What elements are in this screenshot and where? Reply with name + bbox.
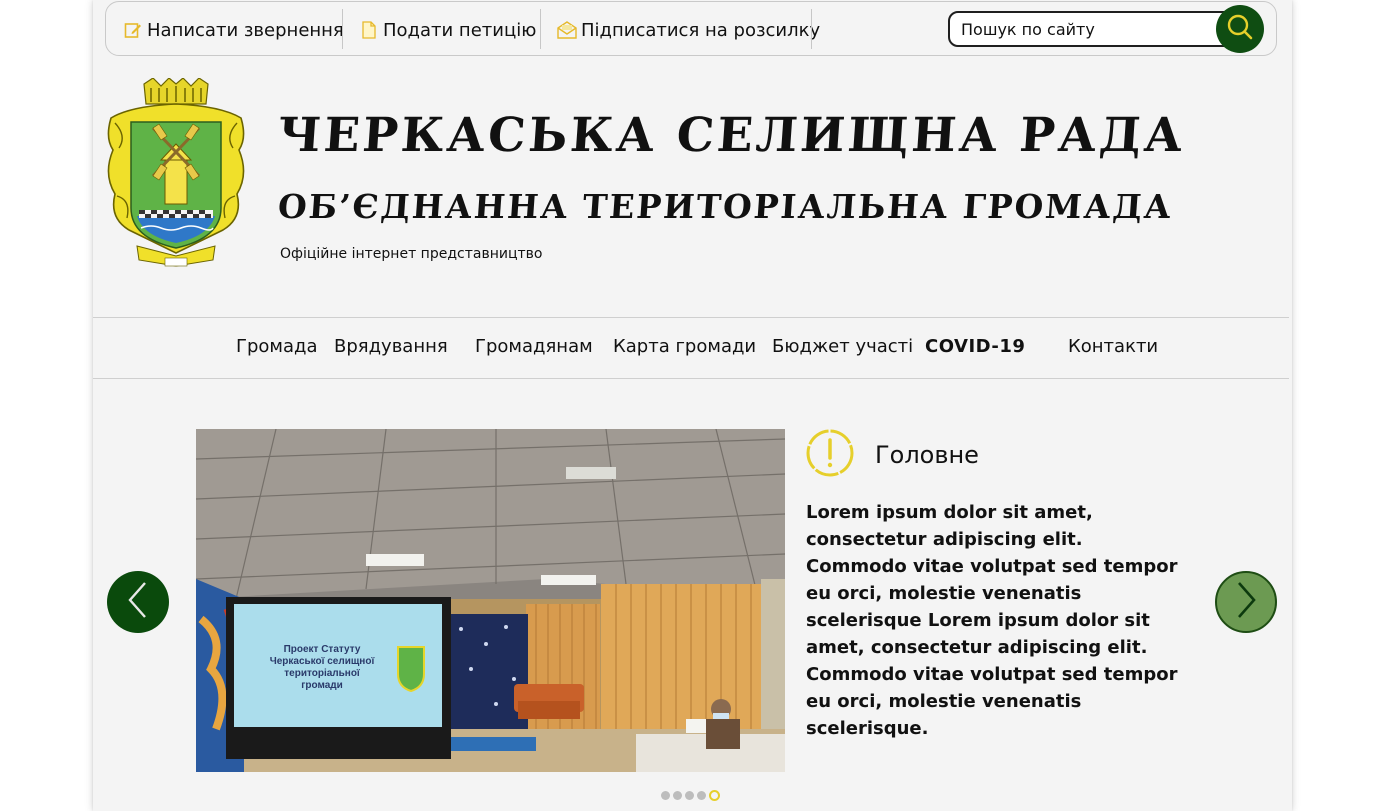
subscribe-newsletter-link[interactable]: Підписатися на розсилку (557, 10, 820, 50)
nav-item-covid[interactable]: COVID-19 (925, 336, 1025, 357)
edit-icon (123, 20, 143, 40)
chevron-left-icon (125, 580, 151, 624)
slider-dot-3[interactable] (685, 791, 694, 800)
news-body-text: Lorem ipsum dolor sit amet, consectetur … (806, 502, 1178, 739)
write-appeal-link[interactable]: Написати звернення (123, 10, 344, 50)
slider-dot-1[interactable] (661, 791, 670, 800)
slider-next-button[interactable] (1215, 571, 1277, 633)
slide-caption-line-2: Черкаської селищної (270, 656, 375, 667)
alert-icon (805, 428, 855, 482)
divider (540, 9, 541, 49)
search-icon (1226, 13, 1254, 45)
site-search (948, 5, 1268, 53)
document-icon (359, 20, 379, 40)
search-button[interactable] (1216, 5, 1264, 53)
nav-item-governance[interactable]: Врядування (334, 336, 448, 357)
subscribe-newsletter-label: Підписатися на розсилку (581, 19, 821, 41)
slider-prev-button[interactable] (107, 571, 169, 633)
slide-caption-line-3: територіальної (284, 668, 360, 679)
slide-image[interactable]: Проект Статуту Черкаської селищної терит… (196, 429, 785, 772)
site-title: ЧЕРКАСЬКА СЕЛИЩНА РАДА (276, 108, 1188, 163)
news-title: Головне (875, 441, 979, 469)
divider (811, 9, 812, 49)
submit-petition-label: Подати петицію (383, 19, 537, 41)
chevron-right-icon (1233, 580, 1259, 624)
submit-petition-link[interactable]: Подати петицію (359, 10, 536, 50)
nav-item-map[interactable]: Карта громади (613, 336, 756, 357)
site-tagline: Офіційне інтернет представництво (280, 246, 543, 262)
news-heading: Головне (805, 428, 979, 482)
mail-icon (557, 20, 577, 40)
nav-item-hromada[interactable]: Громада (236, 336, 318, 357)
coat-of-arms-logo[interactable] (101, 77, 251, 268)
slider-dot-4[interactable] (697, 791, 706, 800)
divider (342, 9, 343, 49)
page: Написати звернення Подати петицію Підпис… (93, 0, 1292, 811)
main-navigation: Громада Врядування Громадянам Карта гром… (93, 317, 1289, 379)
nav-item-contacts[interactable]: Контакти (1068, 336, 1158, 357)
slider-dot-5-active[interactable] (709, 790, 720, 801)
nav-item-citizens[interactable]: Громадянам (475, 336, 593, 357)
slide-caption-line-4: громади (301, 680, 343, 691)
slider-pagination (661, 790, 720, 801)
slide-caption-line-1: Проект Статуту (284, 644, 361, 655)
search-input[interactable] (948, 11, 1238, 47)
site-subtitle: ОБ’ЄДНАННА ТЕРИТОРІАЛЬНА ГРОМАДА (276, 187, 1175, 226)
top-utility-bar: Написати звернення Подати петицію Підпис… (105, 1, 1277, 56)
slider-dot-2[interactable] (673, 791, 682, 800)
nav-item-budget[interactable]: Бюджет участі (772, 336, 913, 357)
write-appeal-label: Написати звернення (147, 19, 344, 41)
